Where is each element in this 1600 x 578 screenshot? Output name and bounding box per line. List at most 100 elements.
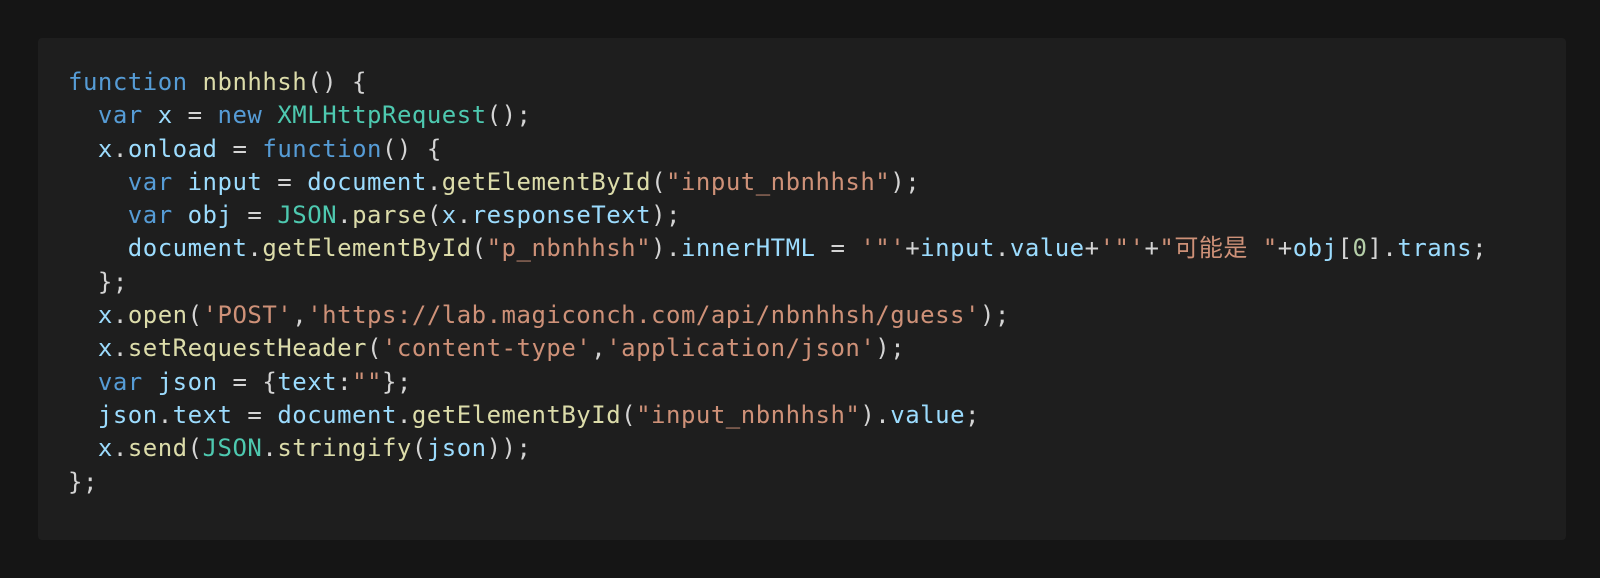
code-token: . (112, 434, 128, 463)
code-token: open (127, 301, 188, 330)
code-token: getElementById (441, 167, 652, 196)
code-token: getElementById (262, 234, 472, 263)
code-token: "可能是 " (1159, 234, 1278, 263)
code-token: )); (486, 434, 532, 463)
code-line: x.open('POST','https://lab.magiconch.com… (68, 299, 1487, 332)
code-token: obj (1292, 234, 1338, 263)
code-token: = (172, 101, 218, 130)
code-line: var x = new XMLHttpRequest(); (68, 99, 1487, 132)
code-token: : (337, 367, 353, 396)
code-token: "p_nbnhhsh" (486, 234, 652, 263)
code-line: }; (68, 466, 1487, 499)
code-token: new (217, 101, 263, 130)
code-token: = (232, 400, 278, 429)
code-token: trans (1397, 234, 1473, 263)
code-token: document (127, 234, 248, 263)
code-token: "input_nbnhhsh" (636, 400, 861, 429)
code-token: = (815, 234, 861, 263)
code-token: . (157, 400, 173, 429)
code-token: }; (68, 267, 128, 296)
code-token: + (1277, 234, 1293, 263)
code-token: x (157, 101, 173, 130)
code-token: ( (426, 201, 442, 230)
code-token: json (97, 400, 158, 429)
code-token: . (112, 334, 128, 363)
code-block[interactable]: function nbnhhsh() { var x = new XMLHttp… (68, 66, 1487, 499)
code-line: var json = {text:""}; (68, 366, 1487, 399)
code-token: ); (890, 167, 921, 196)
code-token: . (456, 201, 472, 230)
code-token: value (890, 400, 966, 429)
code-token: document (307, 167, 427, 196)
code-token: ( (187, 434, 203, 463)
code-token: setRequestHeader (127, 334, 367, 363)
code-token: . (247, 234, 263, 263)
code-token: text (277, 367, 338, 396)
code-token: = (262, 167, 308, 196)
code-token: XMLHttpRequest (277, 101, 487, 130)
code-token: ); (875, 334, 906, 363)
code-token: innerHTML (680, 234, 816, 263)
code-token: ( (651, 167, 667, 196)
code-token: x (97, 301, 113, 330)
code-line: json.text = document.getElementById("inp… (68, 399, 1487, 432)
code-token: 'POST' (202, 301, 293, 330)
code-token: JSON (202, 434, 263, 463)
code-line: var obj = JSON.parse(x.responseText); (68, 199, 1487, 232)
code-token: onload (127, 134, 218, 163)
code-token: . (112, 301, 128, 330)
code-token: stringify (277, 434, 412, 463)
code-token: ( (471, 234, 487, 263)
code-token: , (292, 301, 308, 330)
code-token: parse (352, 201, 427, 230)
code-token: = (217, 134, 263, 163)
code-token: . (426, 167, 442, 196)
code-token: function (262, 134, 382, 163)
code-token: document (277, 400, 397, 429)
code-token: var (97, 367, 143, 396)
code-token: (); (486, 101, 532, 130)
code-line: }; (68, 266, 1487, 299)
code-line: x.setRequestHeader('content-type','appli… (68, 332, 1487, 365)
code-line: x.onload = function() { (68, 133, 1487, 166)
code-token: input (187, 167, 263, 196)
code-token: . (112, 134, 128, 163)
code-token: value (1009, 234, 1085, 263)
code-token: ; (1472, 234, 1488, 263)
code-token: 'https://lab.magiconch.com/api/nbnhhsh/g… (307, 301, 980, 330)
code-token: send (127, 434, 188, 463)
code-token: [ (1337, 234, 1353, 263)
code-token: var (127, 167, 173, 196)
code-token: var (127, 201, 173, 230)
code-token: ; (965, 400, 980, 429)
code-panel: function nbnhhsh() { var x = new XMLHttp… (38, 38, 1566, 540)
code-token: ( (621, 400, 637, 429)
code-token: . (396, 400, 412, 429)
code-token: x (97, 134, 113, 163)
code-token: nbnhhsh (202, 68, 308, 96)
code-token: () { (307, 68, 367, 96)
code-token: + (905, 234, 921, 263)
code-token: x (97, 334, 113, 363)
code-token: x (441, 201, 457, 230)
code-token: ( (367, 334, 382, 363)
code-token: x (97, 434, 113, 463)
code-token: 0 (1352, 234, 1368, 263)
code-token: , (591, 334, 607, 363)
code-token: "input_nbnhhsh" (666, 167, 891, 196)
code-token: }; (68, 467, 98, 496)
code-token: 'content-type' (381, 334, 592, 363)
code-token: ( (187, 301, 203, 330)
code-token: ); (979, 301, 1010, 330)
